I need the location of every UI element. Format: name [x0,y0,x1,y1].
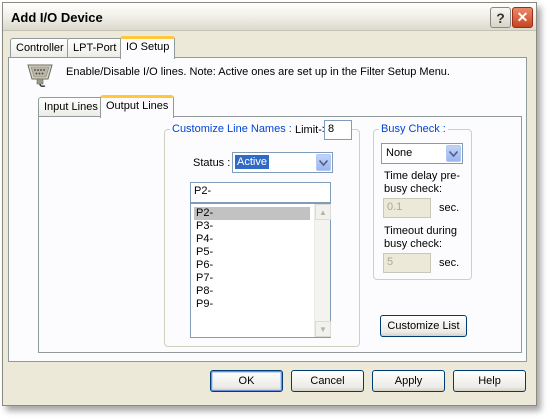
cancel-button[interactable]: Cancel [291,370,364,392]
timeout-input[interactable]: 5 [383,253,431,273]
limit-input[interactable]: 8 [324,120,352,140]
busy-mode-select[interactable]: None [381,143,463,164]
window-title: Add I/O Device [11,10,103,25]
list-scrollbar[interactable]: ▲ ▼ [314,204,331,337]
line-name-input[interactable]: P2- [190,182,331,203]
chevron-down-icon[interactable] [316,154,331,171]
list-item[interactable]: P3- [194,220,310,233]
list-item[interactable]: P6- [194,259,310,272]
delay-label-line2: busy check: [384,183,443,195]
line-names-list[interactable]: P2- P3- P4- P5- P6- P7- P8- P9- ▲ ▼ [190,203,331,338]
list-item[interactable]: P5- [194,246,310,259]
help-button[interactable]: Help [453,370,526,392]
list-item[interactable]: P4- [194,233,310,246]
tab-input-lines[interactable]: Input Lines [38,97,104,117]
list-item[interactable]: P7- [194,272,310,285]
scroll-up-icon[interactable]: ▲ [315,204,331,220]
tab-output-lines[interactable]: Output Lines [100,95,175,118]
delay-unit: sec. [439,202,460,214]
tab-controller[interactable]: Controller [10,38,70,58]
close-icon[interactable]: ✕ [512,7,533,28]
busy-check-label: Busy Check : [379,123,448,135]
tab-io-setup[interactable]: IO Setup [120,36,176,59]
customize-group-label: Customize Line Names : [170,123,294,135]
delay-input[interactable]: 0.1 [383,198,431,218]
chevron-down-icon[interactable] [446,145,461,162]
apply-button[interactable]: Apply [372,370,445,392]
list-item[interactable]: P2- [194,207,310,220]
list-item[interactable]: P9- [194,298,310,311]
title-bar[interactable]: Add I/O Device ? ✕ [3,3,536,31]
help-icon[interactable]: ? [490,7,511,28]
timeout-label-line1: Timeout during [384,225,457,237]
tab-lpt-port[interactable]: LPT-Port [67,38,123,58]
timeout-label-line2: busy check: [384,238,443,250]
delay-label-line1: Time delay pre- [384,170,461,182]
status-value: Active [235,155,269,169]
status-label: Status : [193,157,231,169]
scroll-down-icon[interactable]: ▼ [315,321,331,337]
timeout-unit: sec. [439,257,460,269]
busy-mode-value: None [386,147,413,159]
ok-button[interactable]: OK [210,370,283,392]
parallel-port-connector-icon [27,64,53,87]
status-select[interactable]: Active [232,152,333,173]
list-item[interactable]: P8- [194,285,310,298]
customize-list-button[interactable]: Customize List [380,315,467,337]
info-text: Enable/Disable I/O lines. Note: Active o… [66,66,450,78]
